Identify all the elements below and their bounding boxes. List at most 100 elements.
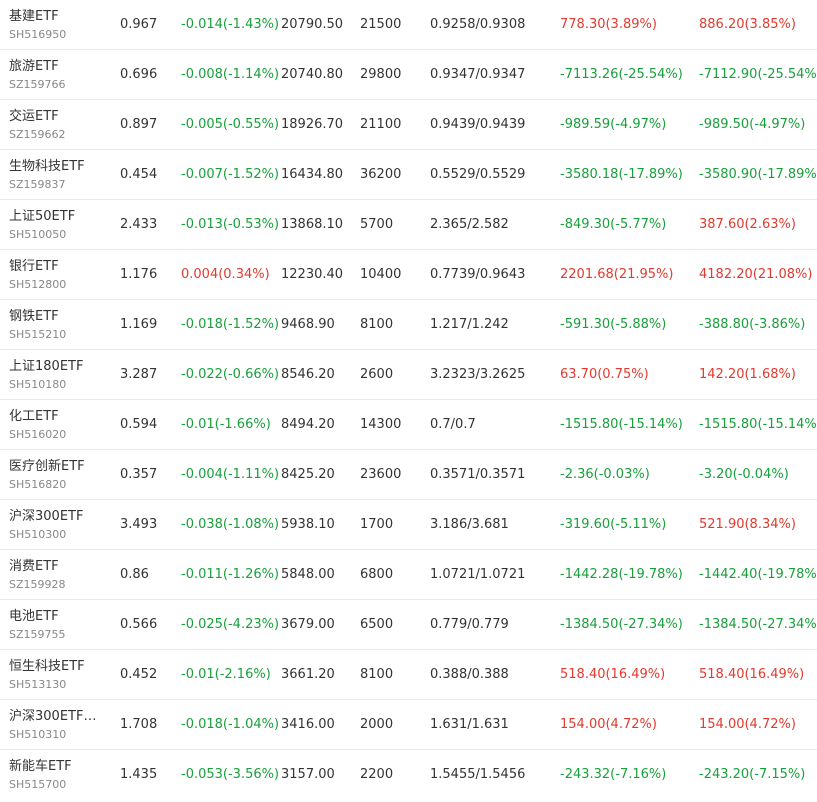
table-row[interactable]: 上证50ETF SH510050 2.433 -0.013(-0.53%) 13… — [0, 200, 817, 250]
total-profit-loss: -1442.40(-19.78%) — [699, 567, 817, 582]
cost-price: 0.5529/0.5529 — [430, 167, 526, 182]
fund-name-cell[interactable]: 上证180ETF SH510180 — [9, 350, 109, 399]
holding-profit-loss: 518.40(16.49%) — [560, 667, 666, 682]
fund-name[interactable]: 消费ETF — [9, 558, 59, 576]
total-profit-loss: -3.20(-0.04%) — [699, 467, 789, 482]
fund-name[interactable]: 恒生科技ETF — [9, 658, 85, 676]
table-row[interactable]: 交运ETF SZ159662 0.897 -0.005(-0.55%) 1892… — [0, 100, 817, 150]
current-price: 0.86 — [120, 567, 149, 582]
fund-code: SH516020 — [9, 427, 67, 441]
fund-name-cell[interactable]: 消费ETF SZ159928 — [9, 550, 109, 599]
total-profit-loss: -989.50(-4.97%) — [699, 117, 806, 132]
fund-name[interactable]: 沪深300ETF… — [9, 708, 96, 726]
fund-name[interactable]: 旅游ETF — [9, 58, 59, 76]
fund-name-cell[interactable]: 电池ETF SZ159755 — [9, 600, 109, 649]
market-value: 8425.20 — [281, 467, 335, 482]
market-value: 8546.20 — [281, 367, 335, 382]
fund-name-cell[interactable]: 旅游ETF SZ159766 — [9, 50, 109, 99]
share-count: 2600 — [360, 367, 394, 382]
table-row[interactable]: 上证180ETF SH510180 3.287 -0.022(-0.66%) 8… — [0, 350, 817, 400]
total-profit-loss: -3580.90(-17.89%) — [699, 167, 817, 182]
fund-code: SH510180 — [9, 377, 67, 391]
fund-name[interactable]: 钢铁ETF — [9, 308, 59, 326]
fund-name[interactable]: 基建ETF — [9, 8, 59, 26]
fund-name[interactable]: 医疗创新ETF — [9, 458, 85, 476]
table-row[interactable]: 沪深300ETF SH510300 3.493 -0.038(-1.08%) 5… — [0, 500, 817, 550]
holding-profit-loss: -2.36(-0.03%) — [560, 467, 650, 482]
price-change: -0.014(-1.43%) — [181, 17, 280, 32]
fund-code: SH516950 — [9, 27, 67, 41]
fund-name-cell[interactable]: 基建ETF SH516950 — [9, 0, 109, 49]
fund-name[interactable]: 上证180ETF — [9, 358, 83, 376]
fund-name-cell[interactable]: 新能车ETF SH515700 — [9, 750, 109, 799]
price-change: -0.01(-1.66%) — [181, 417, 271, 432]
price-change: -0.038(-1.08%) — [181, 517, 280, 532]
share-count: 2000 — [360, 717, 394, 732]
table-row[interactable]: 钢铁ETF SH515210 1.169 -0.018(-1.52%) 9468… — [0, 300, 817, 350]
current-price: 1.169 — [120, 317, 158, 332]
total-profit-loss: 886.20(3.85%) — [699, 17, 796, 32]
table-row[interactable]: 电池ETF SZ159755 0.566 -0.025(-4.23%) 3679… — [0, 600, 817, 650]
cost-price: 1.0721/1.0721 — [430, 567, 526, 582]
table-row[interactable]: 基建ETF SH516950 0.967 -0.014(-1.43%) 2079… — [0, 0, 817, 50]
cost-price: 1.631/1.631 — [430, 717, 509, 732]
fund-code: SH515700 — [9, 777, 67, 791]
table-row[interactable]: 消费ETF SZ159928 0.86 -0.011(-1.26%) 5848.… — [0, 550, 817, 600]
fund-name-cell[interactable]: 沪深300ETF SH510300 — [9, 500, 109, 549]
fund-name-cell[interactable]: 沪深300ETF… SH510310 — [9, 700, 109, 749]
table-row[interactable]: 银行ETF SH512800 1.176 0.004(0.34%) 12230.… — [0, 250, 817, 300]
holding-profit-loss: 63.70(0.75%) — [560, 367, 649, 382]
price-change: -0.053(-3.56%) — [181, 767, 280, 782]
table-row[interactable]: 恒生科技ETF SH513130 0.452 -0.01(-2.16%) 366… — [0, 650, 817, 700]
fund-name[interactable]: 新能车ETF — [9, 758, 72, 776]
total-profit-loss: -7112.90(-25.54%) — [699, 67, 817, 82]
price-change: 0.004(0.34%) — [181, 267, 270, 282]
fund-name[interactable]: 电池ETF — [9, 608, 59, 626]
table-row[interactable]: 生物科技ETF SZ159837 0.454 -0.007(-1.52%) 16… — [0, 150, 817, 200]
total-profit-loss: -1384.50(-27.34%) — [699, 617, 817, 632]
fund-code: SH513130 — [9, 677, 67, 691]
fund-name-cell[interactable]: 交运ETF SZ159662 — [9, 100, 109, 149]
share-count: 6800 — [360, 567, 394, 582]
total-profit-loss: 387.60(2.63%) — [699, 217, 796, 232]
current-price: 0.967 — [120, 17, 158, 32]
cost-price: 2.365/2.582 — [430, 217, 509, 232]
price-change: -0.005(-0.55%) — [181, 117, 280, 132]
cost-price: 0.9258/0.9308 — [430, 17, 526, 32]
holding-profit-loss: -7113.26(-25.54%) — [560, 67, 683, 82]
fund-name-cell[interactable]: 生物科技ETF SZ159837 — [9, 150, 109, 199]
market-value: 13868.10 — [281, 217, 344, 232]
fund-name-cell[interactable]: 恒生科技ETF SH513130 — [9, 650, 109, 699]
fund-name-cell[interactable]: 银行ETF SH512800 — [9, 250, 109, 299]
fund-code: SH512800 — [9, 277, 67, 291]
holding-profit-loss: -319.60(-5.11%) — [560, 517, 667, 532]
fund-name-cell[interactable]: 化工ETF SH516020 — [9, 400, 109, 449]
table-row[interactable]: 旅游ETF SZ159766 0.696 -0.008(-1.14%) 2074… — [0, 50, 817, 100]
total-profit-loss: 142.20(1.68%) — [699, 367, 796, 382]
cost-price: 0.9439/0.9439 — [430, 117, 526, 132]
fund-name-cell[interactable]: 上证50ETF SH510050 — [9, 200, 109, 249]
fund-name[interactable]: 沪深300ETF — [9, 508, 83, 526]
share-count: 5700 — [360, 217, 394, 232]
cost-price: 1.217/1.242 — [430, 317, 509, 332]
table-row[interactable]: 化工ETF SH516020 0.594 -0.01(-1.66%) 8494.… — [0, 400, 817, 450]
fund-name[interactable]: 银行ETF — [9, 258, 59, 276]
fund-name[interactable]: 上证50ETF — [9, 208, 75, 226]
price-change: -0.011(-1.26%) — [181, 567, 280, 582]
cost-price: 0.779/0.779 — [430, 617, 509, 632]
fund-name-cell[interactable]: 医疗创新ETF SH516820 — [9, 450, 109, 499]
table-row[interactable]: 沪深300ETF… SH510310 1.708 -0.018(-1.04%) … — [0, 700, 817, 750]
total-profit-loss: -1515.80(-15.14%) — [699, 417, 817, 432]
holding-profit-loss: -989.59(-4.97%) — [560, 117, 667, 132]
table-row[interactable]: 新能车ETF SH515700 1.435 -0.053(-3.56%) 315… — [0, 750, 817, 800]
fund-name[interactable]: 化工ETF — [9, 408, 59, 426]
fund-name-cell[interactable]: 钢铁ETF SH515210 — [9, 300, 109, 349]
total-profit-loss: 4182.20(21.08%) — [699, 267, 813, 282]
current-price: 0.696 — [120, 67, 158, 82]
market-value: 20740.80 — [281, 67, 344, 82]
fund-code: SH515210 — [9, 327, 67, 341]
fund-name[interactable]: 生物科技ETF — [9, 158, 85, 176]
table-row[interactable]: 医疗创新ETF SH516820 0.357 -0.004(-1.11%) 84… — [0, 450, 817, 500]
share-count: 29800 — [360, 67, 402, 82]
fund-name[interactable]: 交运ETF — [9, 108, 59, 126]
